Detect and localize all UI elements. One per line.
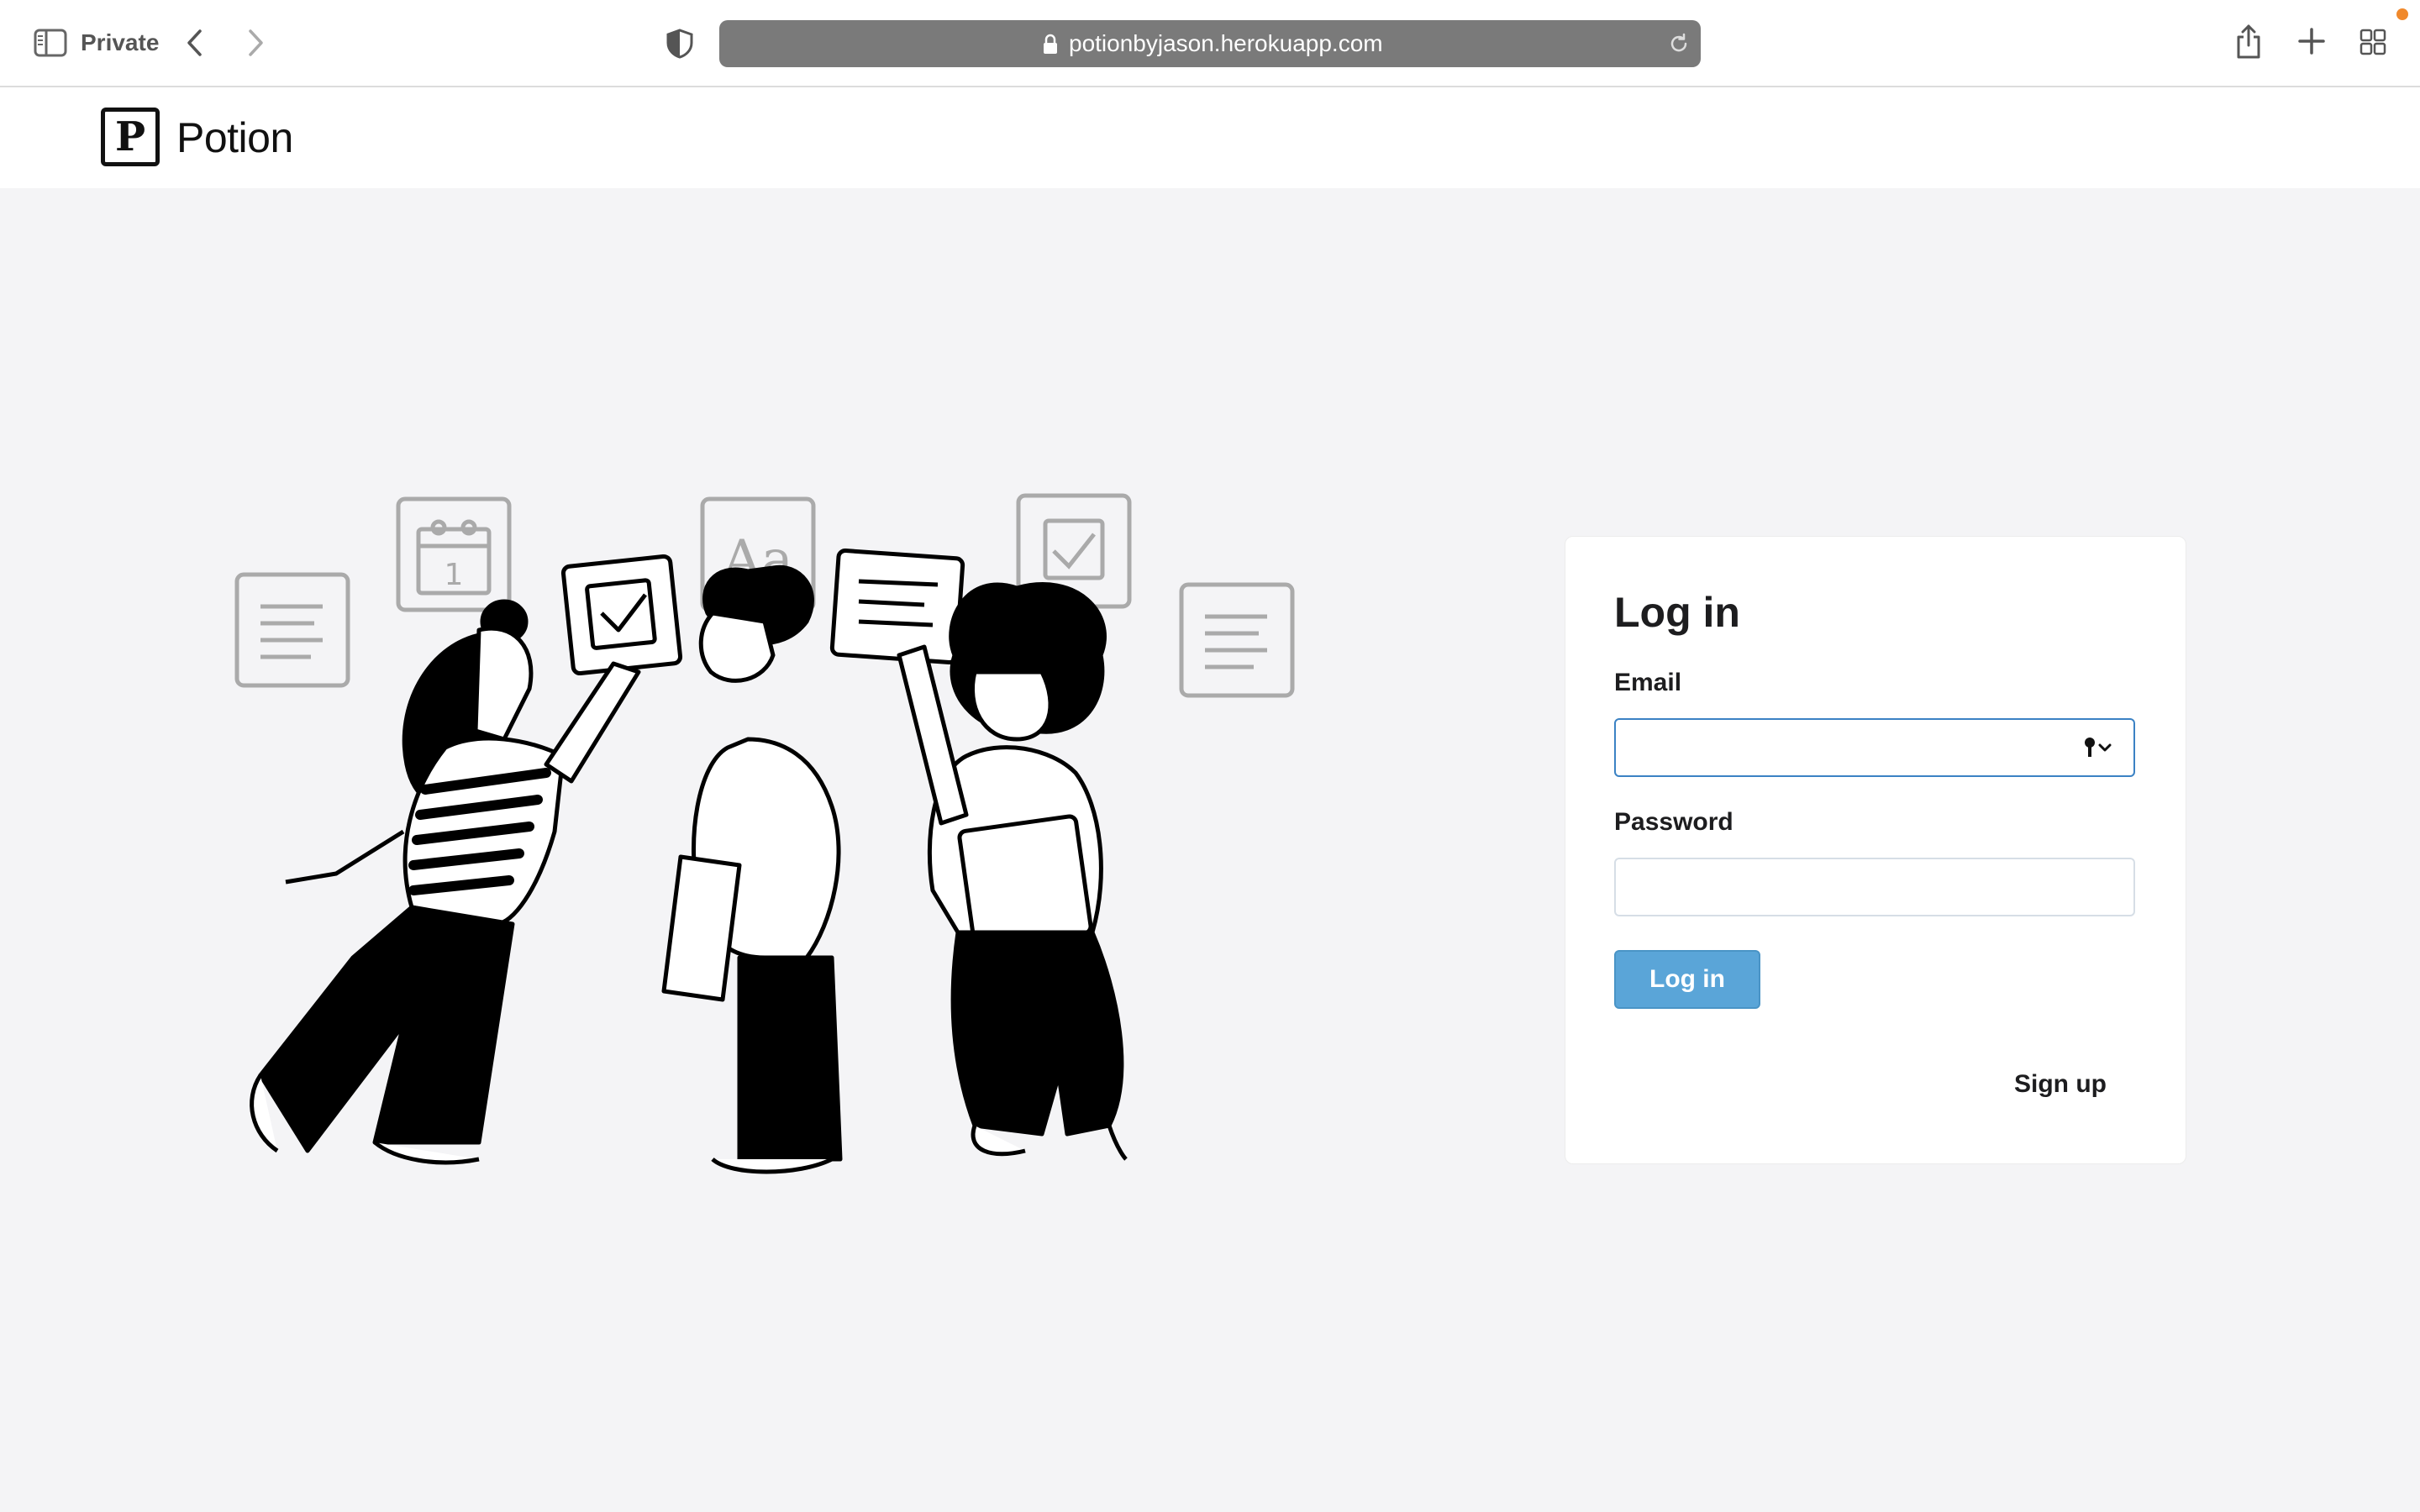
login-card: Log in Email Password Log in Sign up [1565, 536, 2186, 1164]
app-header: P Potion [0, 87, 2420, 188]
new-tab-plus-icon[interactable] [2297, 27, 2326, 55]
brand-name[interactable]: Potion [176, 113, 293, 163]
address-bar[interactable]: potionbyjason.herokuapp.com [719, 20, 1701, 67]
email-label: Email [1614, 669, 1682, 696]
notification-dot [2396, 8, 2408, 20]
forward-arrow-icon[interactable] [242, 27, 269, 59]
people-with-cards-illustration: 1 Aa [234, 493, 1295, 1174]
log-in-button[interactable]: Log in [1614, 950, 1760, 1009]
document-card-icon [1179, 582, 1295, 698]
password-label: Password [1614, 808, 1733, 836]
sidebar-toggle-icon[interactable] [34, 29, 67, 57]
login-title: Log in [1614, 589, 1740, 636]
sign-up-link[interactable]: Sign up [2014, 1069, 2107, 1100]
url-text: potionbyjason.herokuapp.com [1069, 30, 1383, 56]
lock-icon [1044, 34, 1057, 54]
privacy-shield-icon[interactable] [666, 29, 694, 59]
email-field[interactable] [1614, 718, 2135, 777]
calendar-card-icon: 1 [396, 496, 512, 612]
tab-overview-icon[interactable] [2360, 29, 2386, 55]
person-right-figure [829, 549, 1128, 1161]
person-left-figure [250, 554, 683, 1165]
document-card-icon [234, 572, 350, 688]
share-icon[interactable] [2235, 24, 2262, 60]
private-mode-label[interactable]: Private [81, 29, 159, 57]
person-middle-figure [661, 564, 843, 1174]
browser-toolbar: Private potionbyjason.herokuapp.com [0, 0, 2420, 87]
potion-logo-icon[interactable]: P [101, 108, 160, 166]
password-field[interactable] [1614, 858, 2135, 916]
reload-icon[interactable] [1667, 32, 1691, 55]
calendar-number: 1 [445, 558, 464, 592]
password-key-dropdown-icon[interactable] [2080, 735, 2117, 760]
back-arrow-icon[interactable] [182, 27, 208, 59]
